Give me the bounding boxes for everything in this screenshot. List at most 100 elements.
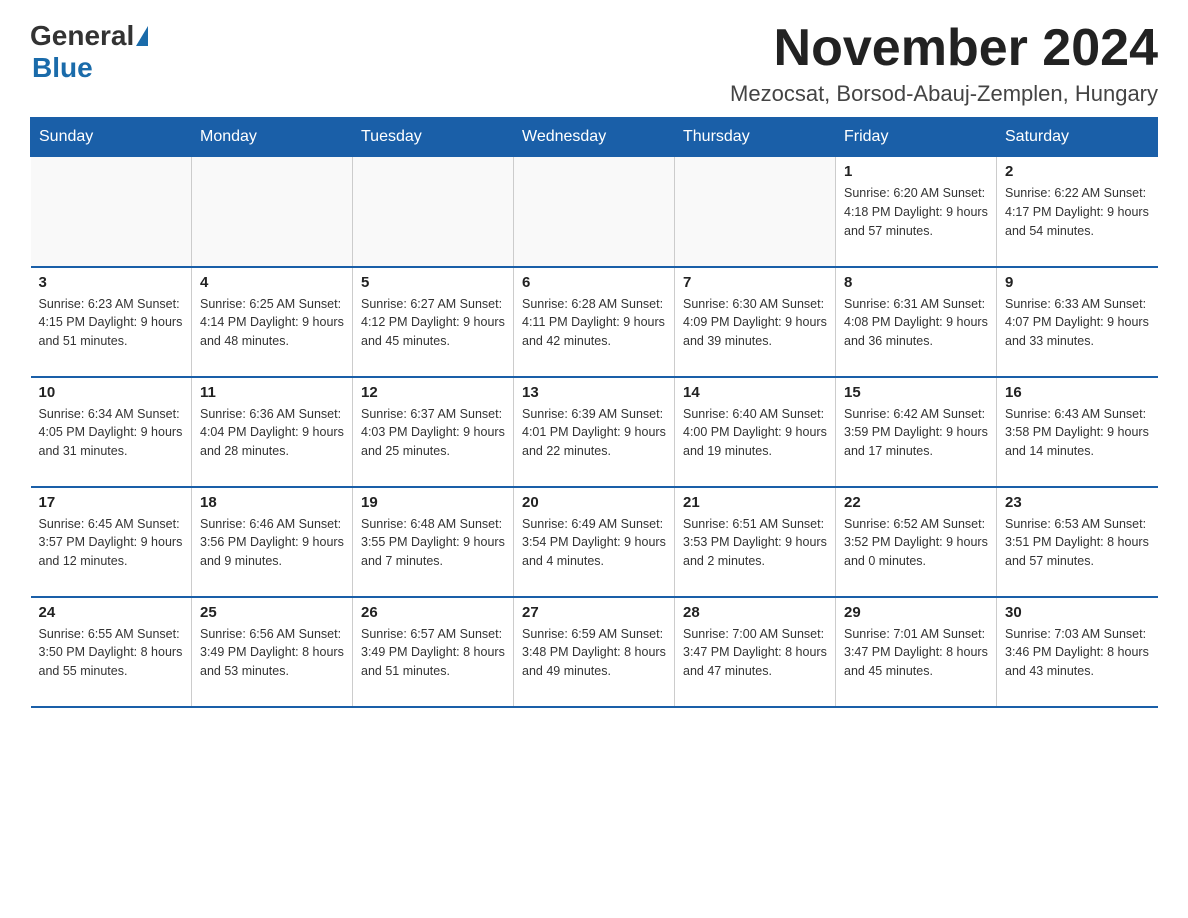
- calendar-cell: [675, 157, 836, 267]
- calendar-week-row: 3 Sunrise: 6:23 AM Sunset: 4:15 PM Daylig…: [31, 267, 1158, 377]
- day-info: Sunrise: 6:23 AM Sunset: 4:15 PM Dayligh…: [39, 295, 184, 351]
- day-info: Sunrise: 6:37 AM Sunset: 4:03 PM Dayligh…: [361, 405, 505, 461]
- weekday-header-wednesday: Wednesday: [514, 118, 675, 157]
- logo: General Blue: [30, 20, 150, 84]
- day-info: Sunrise: 6:53 AM Sunset: 3:51 PM Dayligh…: [1005, 515, 1150, 571]
- day-info: Sunrise: 6:51 AM Sunset: 3:53 PM Dayligh…: [683, 515, 827, 571]
- day-info: Sunrise: 6:34 AM Sunset: 4:05 PM Dayligh…: [39, 405, 184, 461]
- calendar-cell: 23Sunrise: 6:53 AM Sunset: 3:51 PM Dayli…: [997, 487, 1158, 597]
- calendar-cell: 20Sunrise: 6:49 AM Sunset: 3:54 PM Dayli…: [514, 487, 675, 597]
- day-number: 12: [361, 384, 505, 401]
- day-number: 28: [683, 604, 827, 621]
- logo-general-text: General: [30, 20, 134, 52]
- weekday-header-friday: Friday: [836, 118, 997, 157]
- day-info: Sunrise: 6:59 AM Sunset: 3:48 PM Dayligh…: [522, 625, 666, 681]
- calendar-table: SundayMondayTuesdayWednesdayThursdayFrid…: [30, 117, 1158, 708]
- day-number: 21: [683, 494, 827, 511]
- calendar-week-row: 17 Sunrise: 6:45 AM Sunset: 3:57 PM Dayli…: [31, 487, 1158, 597]
- calendar-cell: 25 Sunrise: 6:56 AM Sunset: 3:49 PM Dayli…: [192, 597, 353, 707]
- calendar-cell: 29 Sunrise: 7:01 AM Sunset: 3:47 PM Dayli…: [836, 597, 997, 707]
- page-header: General Blue November 2024 Mezocsat, Bor…: [30, 20, 1158, 107]
- calendar-cell: 11 Sunrise: 6:36 AM Sunset: 4:04 PM Dayli…: [192, 377, 353, 487]
- day-number: 11: [200, 384, 344, 401]
- day-number: 5: [361, 274, 505, 291]
- title-section: November 2024 Mezocsat, Borsod-Abauj-Zem…: [730, 20, 1158, 107]
- logo-triangle-icon: [136, 26, 148, 46]
- day-number: 30: [1005, 604, 1150, 621]
- calendar-cell: 6 Sunrise: 6:28 AM Sunset: 4:11 PM Daylig…: [514, 267, 675, 377]
- calendar-cell: 18 Sunrise: 6:46 AM Sunset: 3:56 PM Dayli…: [192, 487, 353, 597]
- calendar-cell: [192, 157, 353, 267]
- calendar-cell: 24Sunrise: 6:55 AM Sunset: 3:50 PM Dayli…: [31, 597, 192, 707]
- day-info: Sunrise: 6:45 AM Sunset: 3:57 PM Dayligh…: [39, 515, 184, 571]
- day-info: Sunrise: 6:55 AM Sunset: 3:50 PM Dayligh…: [39, 625, 184, 681]
- day-number: 26: [361, 604, 505, 621]
- weekday-header-sunday: Sunday: [31, 118, 192, 157]
- day-info: Sunrise: 7:01 AM Sunset: 3:47 PM Dayligh…: [844, 625, 988, 681]
- calendar-cell: 8 Sunrise: 6:31 AM Sunset: 4:08 PM Daylig…: [836, 267, 997, 377]
- calendar-cell: [31, 157, 192, 267]
- day-info: Sunrise: 6:30 AM Sunset: 4:09 PM Dayligh…: [683, 295, 827, 351]
- calendar-cell: 21 Sunrise: 6:51 AM Sunset: 3:53 PM Dayli…: [675, 487, 836, 597]
- day-info: Sunrise: 6:56 AM Sunset: 3:49 PM Dayligh…: [200, 625, 344, 681]
- day-info: Sunrise: 6:52 AM Sunset: 3:52 PM Dayligh…: [844, 515, 988, 571]
- calendar-cell: 4Sunrise: 6:25 AM Sunset: 4:14 PM Daylig…: [192, 267, 353, 377]
- day-number: 3: [39, 274, 184, 291]
- day-info: Sunrise: 6:20 AM Sunset: 4:18 PM Dayligh…: [844, 184, 988, 240]
- day-number: 10: [39, 384, 184, 401]
- calendar-cell: 19Sunrise: 6:48 AM Sunset: 3:55 PM Dayli…: [353, 487, 514, 597]
- calendar-cell: 2 Sunrise: 6:22 AM Sunset: 4:17 PM Daylig…: [997, 157, 1158, 267]
- day-number: 7: [683, 274, 827, 291]
- calendar-cell: 1 Sunrise: 6:20 AM Sunset: 4:18 PM Daylig…: [836, 157, 997, 267]
- day-number: 13: [522, 384, 666, 401]
- day-info: Sunrise: 6:40 AM Sunset: 4:00 PM Dayligh…: [683, 405, 827, 461]
- day-number: 20: [522, 494, 666, 511]
- calendar-cell: 28Sunrise: 7:00 AM Sunset: 3:47 PM Dayli…: [675, 597, 836, 707]
- day-number: 18: [200, 494, 344, 511]
- day-number: 17: [39, 494, 184, 511]
- calendar-cell: 13 Sunrise: 6:39 AM Sunset: 4:01 PM Dayli…: [514, 377, 675, 487]
- calendar-cell: [353, 157, 514, 267]
- day-info: Sunrise: 6:43 AM Sunset: 3:58 PM Dayligh…: [1005, 405, 1150, 461]
- day-info: Sunrise: 6:48 AM Sunset: 3:55 PM Dayligh…: [361, 515, 505, 571]
- day-number: 15: [844, 384, 988, 401]
- day-number: 25: [200, 604, 344, 621]
- calendar-cell: 22 Sunrise: 6:52 AM Sunset: 3:52 PM Dayli…: [836, 487, 997, 597]
- day-info: Sunrise: 6:39 AM Sunset: 4:01 PM Dayligh…: [522, 405, 666, 461]
- month-year-title: November 2024: [730, 20, 1158, 77]
- day-number: 29: [844, 604, 988, 621]
- day-number: 9: [1005, 274, 1150, 291]
- day-number: 27: [522, 604, 666, 621]
- day-number: 6: [522, 274, 666, 291]
- weekday-header-thursday: Thursday: [675, 118, 836, 157]
- calendar-cell: 5 Sunrise: 6:27 AM Sunset: 4:12 PM Daylig…: [353, 267, 514, 377]
- day-info: Sunrise: 7:03 AM Sunset: 3:46 PM Dayligh…: [1005, 625, 1150, 681]
- day-info: Sunrise: 6:28 AM Sunset: 4:11 PM Dayligh…: [522, 295, 666, 351]
- weekday-header-saturday: Saturday: [997, 118, 1158, 157]
- calendar-cell: 30 Sunrise: 7:03 AM Sunset: 3:46 PM Dayli…: [997, 597, 1158, 707]
- calendar-cell: 26Sunrise: 6:57 AM Sunset: 3:49 PM Dayli…: [353, 597, 514, 707]
- calendar-cell: 3 Sunrise: 6:23 AM Sunset: 4:15 PM Daylig…: [31, 267, 192, 377]
- day-info: Sunrise: 6:31 AM Sunset: 4:08 PM Dayligh…: [844, 295, 988, 351]
- day-number: 1: [844, 163, 988, 180]
- weekday-header-row: SundayMondayTuesdayWednesdayThursdayFrid…: [31, 118, 1158, 157]
- day-info: Sunrise: 6:22 AM Sunset: 4:17 PM Dayligh…: [1005, 184, 1150, 240]
- calendar-cell: 10 Sunrise: 6:34 AM Sunset: 4:05 PM Dayli…: [31, 377, 192, 487]
- day-info: Sunrise: 6:46 AM Sunset: 3:56 PM Dayligh…: [200, 515, 344, 571]
- calendar-week-row: 10 Sunrise: 6:34 AM Sunset: 4:05 PM Dayli…: [31, 377, 1158, 487]
- calendar-cell: 27 Sunrise: 6:59 AM Sunset: 3:48 PM Dayli…: [514, 597, 675, 707]
- calendar-cell: 12 Sunrise: 6:37 AM Sunset: 4:03 PM Dayli…: [353, 377, 514, 487]
- calendar-cell: 16Sunrise: 6:43 AM Sunset: 3:58 PM Dayli…: [997, 377, 1158, 487]
- day-info: Sunrise: 6:27 AM Sunset: 4:12 PM Dayligh…: [361, 295, 505, 351]
- day-number: 2: [1005, 163, 1150, 180]
- day-info: Sunrise: 6:36 AM Sunset: 4:04 PM Dayligh…: [200, 405, 344, 461]
- calendar-week-row: 24Sunrise: 6:55 AM Sunset: 3:50 PM Dayli…: [31, 597, 1158, 707]
- calendar-cell: 15Sunrise: 6:42 AM Sunset: 3:59 PM Dayli…: [836, 377, 997, 487]
- calendar-cell: 14 Sunrise: 6:40 AM Sunset: 4:00 PM Dayli…: [675, 377, 836, 487]
- day-number: 14: [683, 384, 827, 401]
- day-info: Sunrise: 6:25 AM Sunset: 4:14 PM Dayligh…: [200, 295, 344, 351]
- day-number: 8: [844, 274, 988, 291]
- day-info: Sunrise: 6:33 AM Sunset: 4:07 PM Dayligh…: [1005, 295, 1150, 351]
- day-number: 22: [844, 494, 988, 511]
- calendar-week-row: 1 Sunrise: 6:20 AM Sunset: 4:18 PM Daylig…: [31, 157, 1158, 267]
